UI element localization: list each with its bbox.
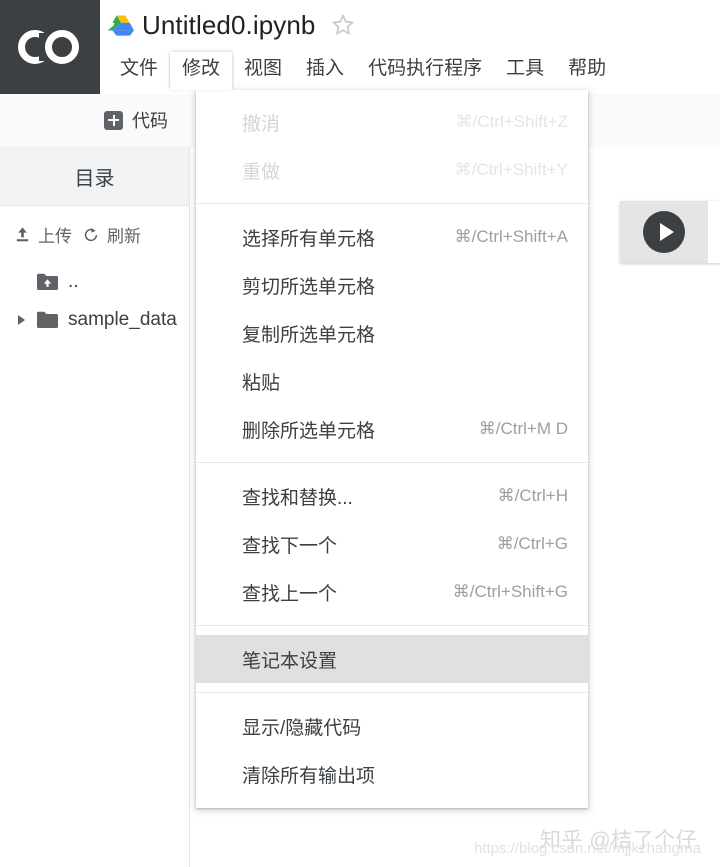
menu-option-notebook-settings-label: 笔记本设置 [242,650,338,672]
file-tree-row-sample-data[interactable]: sample_data [0,301,189,339]
menu-option-cut-cells[interactable]: 剪切所选单元格 [196,261,588,309]
play-button-icon[interactable] [643,211,685,253]
menu-option-show-hide-code[interactable]: 显示/隐藏代码 [196,702,588,750]
menu-option-find-and-replace-accel: ⌘/Ctrl+H [497,486,568,505]
edit-menu-dropdown: 撤消 ⌘/Ctrl+Shift+Z 重做 ⌘/Ctrl+Shift+Y 选择所有… [196,90,588,808]
upload-button[interactable]: 上传 [14,222,72,247]
menu-option-show-hide-code-label: 显示/隐藏代码 [242,717,362,739]
menu-option-paste[interactable]: 粘贴 [196,357,588,405]
upload-label: 上传 [38,227,72,246]
cell-run-gutter[interactable] [620,201,708,263]
menu-separator-4 [196,692,588,693]
menu-option-redo[interactable]: 重做 ⌘/Ctrl+Shift+Y [196,146,588,194]
menu-separator-2 [196,462,588,463]
menu-option-undo[interactable]: 撤消 ⌘/Ctrl+Shift+Z [196,98,588,146]
menu-option-find-previous[interactable]: 查找上一个 ⌘/Ctrl+Shift+G [196,568,588,616]
csdn-watermark: https://blog.csdn.net/mjjkzhangma [474,840,701,857]
colab-window: Untitled0.ipynb 文件 修改 视图 插入 代码执行程序 工具 帮助… [0,0,720,867]
menu-option-clear-all-outputs[interactable]: 清除所有输出项 [196,750,588,798]
menu-option-copy-cells[interactable]: 复制所选单元格 [196,309,588,357]
plus-square-icon [104,110,123,130]
refresh-button[interactable]: 刷新 [82,222,141,247]
menu-option-select-all-cells-label: 选择所有单元格 [242,228,376,250]
menu-option-find-previous-label: 查找上一个 [242,583,338,605]
menu-option-redo-accel: ⌘/Ctrl+Shift+Y [454,160,568,179]
menu-item-edit[interactable]: 修改 [170,52,233,90]
menu-item-file[interactable]: 文件 [108,52,170,90]
files-sidebar: 目录 上传 刷新 .. sample_data [0,147,190,867]
menu-option-find-and-replace[interactable]: 查找和替换... ⌘/Ctrl+H [196,472,588,520]
menu-option-select-all-cells-accel: ⌘/Ctrl+Shift+A [454,227,568,246]
upload-icon [16,227,29,242]
menu-separator-1 [196,203,588,204]
menu-item-view[interactable]: 视图 [232,52,294,90]
menu-option-delete-cells-accel: ⌘/Ctrl+M D [478,419,568,438]
folder-up-icon [37,273,58,290]
menu-item-tools[interactable]: 工具 [494,52,556,90]
menu-option-delete-cells[interactable]: 删除所选单元格 ⌘/Ctrl+M D [196,405,588,453]
menu-item-help[interactable]: 帮助 [556,52,618,90]
menu-item-insert[interactable]: 插入 [294,52,356,90]
menu-option-find-next-label: 查找下一个 [242,535,338,557]
menu-separator-3 [196,625,588,626]
folder-icon [37,311,58,328]
menu-option-find-next[interactable]: 查找下一个 ⌘/Ctrl+G [196,520,588,568]
menu-option-undo-accel: ⌘/Ctrl+Shift+Z [455,112,568,131]
chevron-right-icon[interactable] [14,315,28,325]
menu-option-undo-label: 撤消 [242,113,281,135]
star-outline-icon[interactable] [330,12,356,38]
file-tree-row-parent[interactable]: .. [0,263,189,301]
add-code-cell-button[interactable]: 代码 [104,107,168,133]
sidebar-title: 目录 [74,167,115,190]
menu-option-clear-all-outputs-label: 清除所有输出项 [242,765,376,787]
document-title-row: Untitled0.ipynb [108,4,356,46]
menu-option-find-and-replace-label: 查找和替换... [242,487,353,509]
colab-logo[interactable] [0,0,100,94]
code-cell[interactable] [620,201,720,263]
cell-editor[interactable] [708,201,720,263]
menu-option-notebook-settings[interactable]: 笔记本设置 [196,635,588,683]
menu-option-find-next-accel: ⌘/Ctrl+G [496,534,568,553]
menu-option-cut-cells-label: 剪切所选单元格 [242,276,376,298]
menu-option-delete-cells-label: 删除所选单元格 [242,420,376,442]
file-tree-label-parent: .. [68,271,79,292]
sidebar-toolbar: 上传 刷新 [0,206,189,247]
menu-option-find-previous-accel: ⌘/Ctrl+Shift+G [452,582,568,601]
refresh-icon [84,227,98,241]
sidebar-header: 目录 [0,147,189,206]
refresh-label: 刷新 [107,227,141,246]
co-logo-icon [18,30,79,64]
document-title[interactable]: Untitled0.ipynb [142,10,316,41]
menu-option-redo-label: 重做 [242,161,281,183]
add-code-cell-label: 代码 [132,111,168,131]
menu-option-select-all-cells[interactable]: 选择所有单元格 ⌘/Ctrl+Shift+A [196,213,588,261]
google-drive-icon [108,14,134,36]
menu-bar: 文件 修改 视图 插入 代码执行程序 工具 帮助 [108,52,618,90]
file-tree: .. sample_data [0,247,189,339]
menu-option-copy-cells-label: 复制所选单元格 [242,324,376,346]
menu-item-runtime[interactable]: 代码执行程序 [356,52,494,90]
file-tree-label-sample-data: sample_data [68,309,177,330]
menu-option-paste-label: 粘贴 [242,372,281,394]
